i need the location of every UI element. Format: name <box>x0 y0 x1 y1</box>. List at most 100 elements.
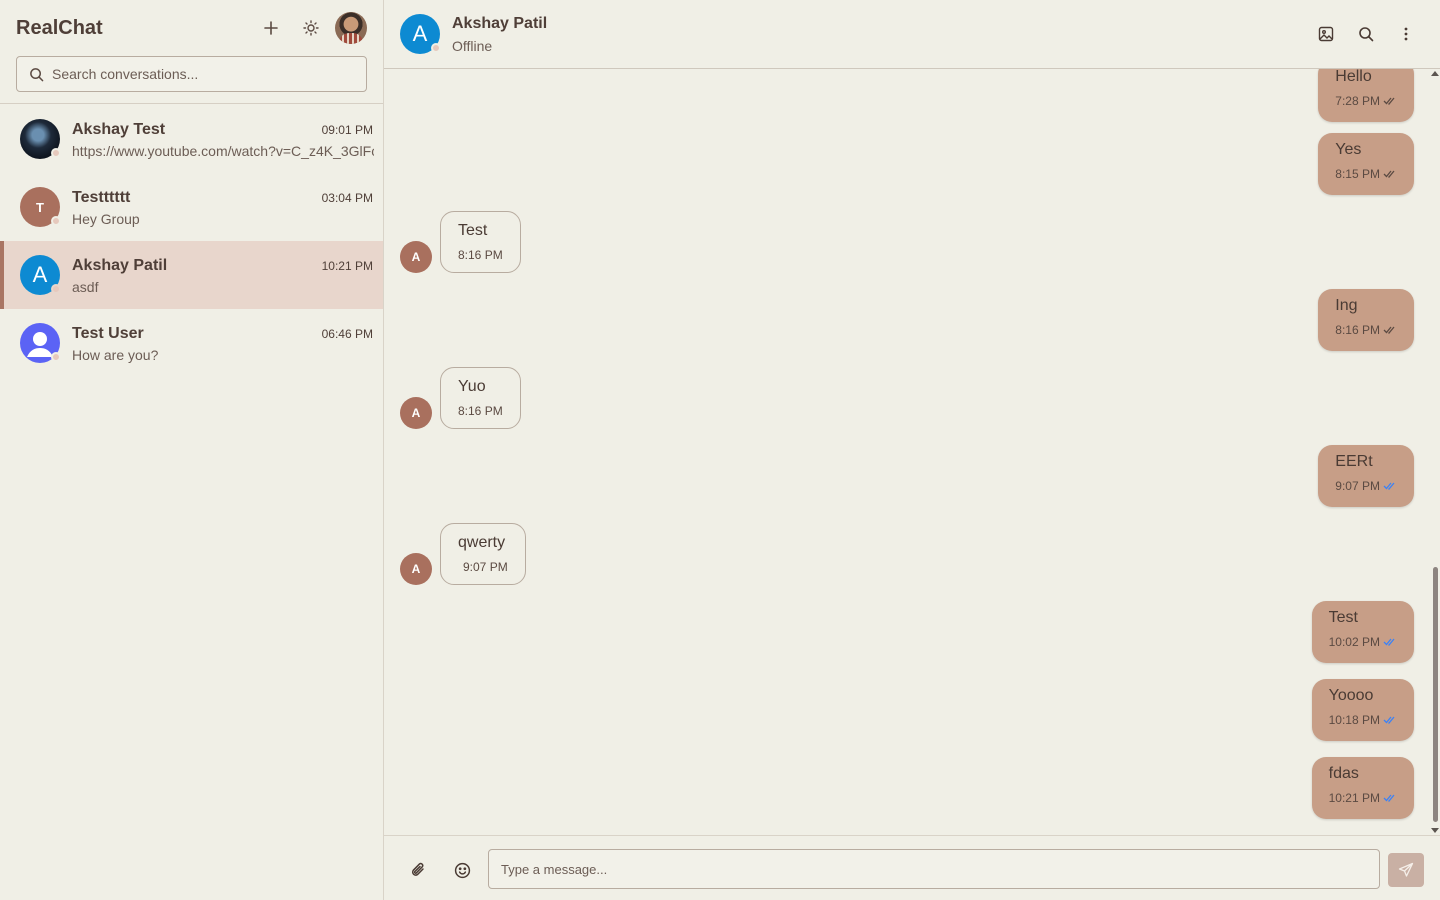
chat-panel: A Akshay Patil Offline Hello 7:28 PM Yes… <box>384 0 1440 900</box>
conversation-time: 10:21 PM <box>321 259 373 273</box>
new-chat-button[interactable] <box>257 14 285 42</box>
send-icon <box>1398 862 1414 877</box>
conversation-name: Test User <box>72 325 144 342</box>
message-time: 9:07 PM <box>463 560 508 574</box>
message-meta: 10:18 PM <box>1329 713 1397 727</box>
offline-status-dot <box>51 284 61 294</box>
message-time: 7:28 PM <box>1335 94 1380 108</box>
scroll-up-arrow[interactable] <box>1431 71 1439 76</box>
message-time: 10:21 PM <box>1328 791 1380 805</box>
scroll-thumb[interactable] <box>1433 567 1438 822</box>
incoming-message: qwerty 9:07 PM <box>440 523 526 585</box>
message-time: 8:16 PM <box>458 404 503 418</box>
sender-avatar: A <box>400 553 432 585</box>
conversation-avatar <box>20 323 61 363</box>
more-vertical-icon <box>1404 27 1408 41</box>
message-text: Hello <box>1335 69 1372 85</box>
conversation-time: 06:46 PM <box>321 327 373 341</box>
message-text: Yuo <box>458 378 486 395</box>
message-text: Yoooo <box>1328 687 1374 704</box>
avatar-letter: A <box>412 21 428 46</box>
conversation-preview: asdf <box>72 279 99 295</box>
message-text: Test <box>458 222 488 239</box>
chat-header: A Akshay Patil Offline <box>384 0 1440 69</box>
double-check-icon <box>1383 326 1395 334</box>
message-meta: 10:02 PM <box>1329 635 1397 649</box>
theme-toggle-button[interactable] <box>297 14 325 42</box>
outgoing-message: fdas 10:21 PM <box>1311 757 1414 819</box>
conversation-preview: How are you? <box>72 347 159 363</box>
offline-status-dot <box>51 216 61 226</box>
conversation-item[interactable]: Akshay Test 09:01 PM https://www.youtube… <box>0 105 383 173</box>
sidebar: RealChat Akshay Test 09:01 PM https://ww… <box>0 0 384 900</box>
message-time: 9:07 PM <box>1335 479 1380 493</box>
outgoing-message: Ing 8:16 PM <box>1318 289 1414 351</box>
more-options-button[interactable] <box>1392 20 1420 48</box>
double-check-icon <box>1383 97 1395 105</box>
avatar-letter: A <box>32 262 48 287</box>
message-time: 8:16 PM <box>1335 323 1380 337</box>
attach-button[interactable] <box>404 856 432 884</box>
scroll-down-arrow[interactable] <box>1431 828 1439 833</box>
avatar-letter: T <box>36 199 44 215</box>
message-composer <box>384 835 1440 900</box>
incoming-message: Yuo 8:16 PM <box>440 367 521 429</box>
conversation-preview: https://www.youtube.com/watch?v=C_z4K_3G… <box>72 143 374 159</box>
contact-avatar[interactable]: A <box>400 14 441 54</box>
outgoing-message: Test 10:02 PM <box>1311 601 1414 663</box>
message-list: Hello 7:28 PM Yes 8:15 PM A Test 8:16 PM… <box>384 69 1430 835</box>
contact-status: Offline <box>452 38 493 54</box>
outgoing-message: Hello 7:28 PM <box>1318 69 1414 122</box>
offline-status-dot <box>51 352 61 362</box>
double-check-icon <box>1383 170 1395 178</box>
conversation-avatar: A <box>20 255 61 295</box>
paperclip-icon <box>411 862 424 876</box>
conversation-list: Akshay Test 09:01 PM https://www.youtube… <box>0 105 383 377</box>
message-text: Yes <box>1335 141 1362 158</box>
plus-icon <box>264 21 278 35</box>
message-scrollbar[interactable] <box>1430 69 1440 835</box>
message-time: 10:18 PM <box>1328 713 1380 727</box>
search-box <box>16 56 367 92</box>
outgoing-message: Yes 8:15 PM <box>1318 133 1414 195</box>
search-messages-button[interactable] <box>1352 20 1380 48</box>
sender-avatar: A <box>400 241 432 273</box>
double-check-read-icon <box>1383 716 1395 724</box>
conversation-name: Testttttt <box>72 189 131 206</box>
media-gallery-button[interactable] <box>1312 20 1340 48</box>
sun-icon <box>303 20 319 36</box>
conversation-item[interactable]: T Testttttt 03:04 PM Hey Group <box>0 173 383 241</box>
contact-name: Akshay Patil <box>452 15 548 32</box>
emoji-button[interactable] <box>448 856 476 884</box>
double-check-read-icon <box>1383 794 1395 802</box>
search-icon <box>1359 27 1374 42</box>
message-text: Ing <box>1335 297 1358 314</box>
message-meta: 8:15 PM <box>1335 167 1397 181</box>
double-check-read-icon <box>1383 482 1395 490</box>
message-meta: 8:16 PM <box>1335 323 1397 337</box>
double-check-read-icon <box>1383 638 1395 646</box>
message-text: EERt <box>1335 453 1373 470</box>
conversation-avatar: T <box>20 187 61 227</box>
message-text: Test <box>1328 609 1358 626</box>
message-input[interactable] <box>488 849 1380 889</box>
conversation-item[interactable]: Test User 06:46 PM How are you? <box>0 309 383 377</box>
conversation-time: 03:04 PM <box>321 191 373 205</box>
message-time: 10:02 PM <box>1328 635 1380 649</box>
offline-status-dot <box>431 43 441 53</box>
message-text: fdas <box>1328 765 1359 782</box>
conversation-name: Akshay Patil <box>72 257 168 274</box>
sender-avatar: A <box>400 397 432 429</box>
message-meta: 7:28 PM <box>1335 94 1397 108</box>
offline-status-dot <box>51 148 61 158</box>
message-meta: 10:21 PM <box>1329 791 1397 805</box>
conversation-time: 09:01 PM <box>321 123 373 137</box>
conversation-preview: Hey Group <box>72 211 140 227</box>
search-icon <box>30 67 44 81</box>
send-button[interactable] <box>1388 853 1424 887</box>
conversation-item-active[interactable]: A Akshay Patil 10:21 PM asdf <box>0 241 383 309</box>
profile-avatar[interactable] <box>335 12 367 44</box>
smiley-icon <box>454 862 470 878</box>
conversation-avatar <box>20 119 61 159</box>
search-input[interactable] <box>52 66 352 82</box>
